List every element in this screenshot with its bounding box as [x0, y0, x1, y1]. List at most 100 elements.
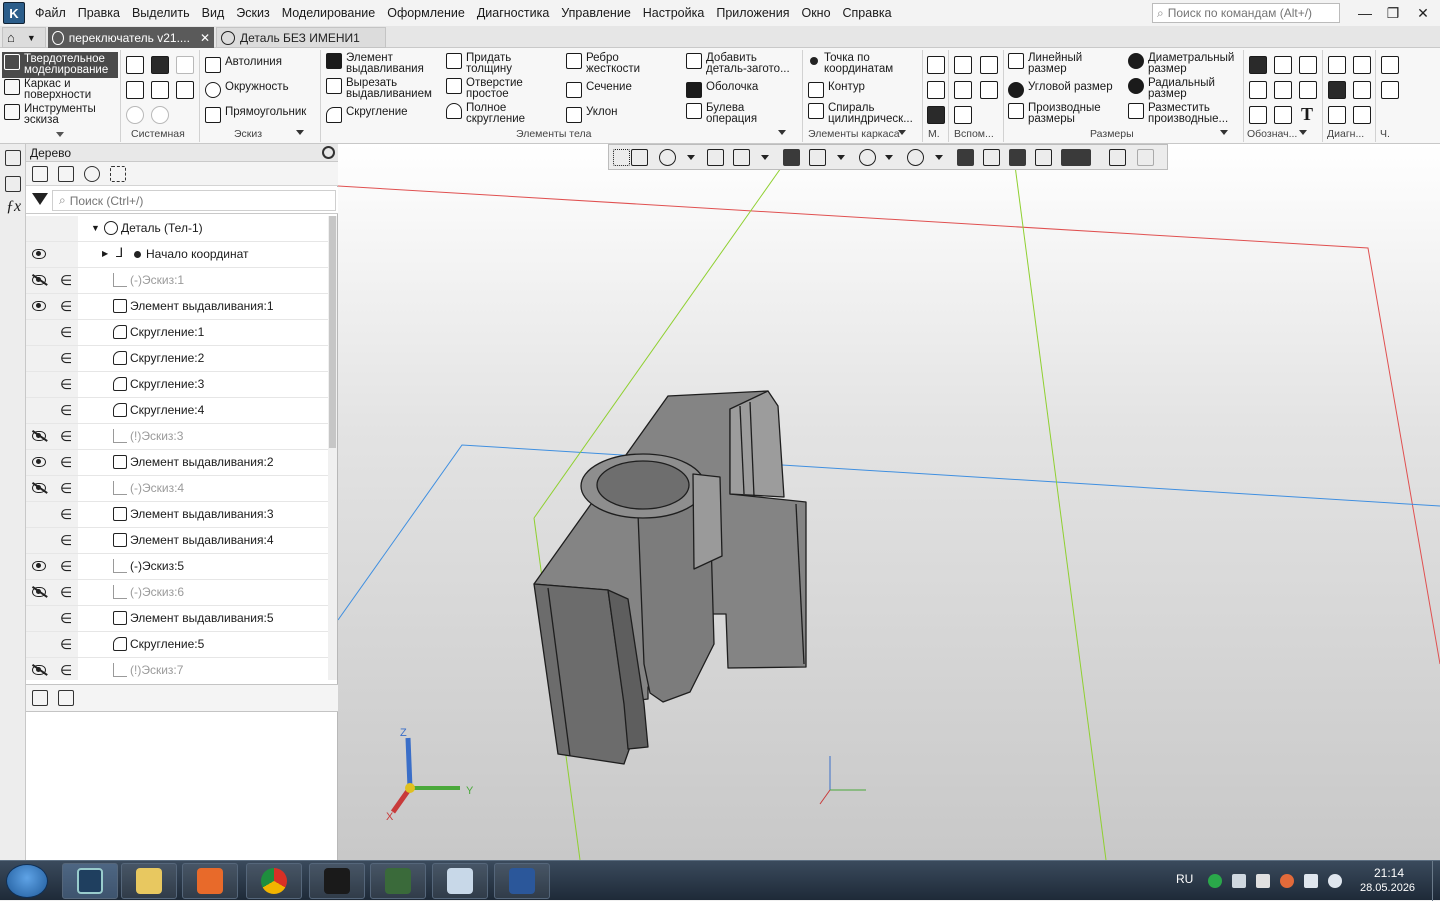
menu-item[interactable]: Выделить [126, 0, 196, 26]
3d-viewport[interactable]: Z Y X [338, 144, 1440, 860]
include-cell[interactable]: ∈ [52, 554, 78, 579]
relations-icon[interactable] [84, 166, 100, 182]
visibility-cell[interactable] [26, 268, 52, 293]
clock-time[interactable]: 21:14 [1374, 866, 1404, 880]
position-icon[interactable] [1299, 81, 1317, 99]
hide-icon[interactable] [859, 149, 876, 166]
spec-icon[interactable] [1381, 81, 1399, 99]
draft-button[interactable]: Уклон [566, 106, 618, 123]
variables-fx-icon[interactable]: ƒx [6, 198, 21, 216]
include-in-calc-icon[interactable]: ∈ [60, 480, 72, 497]
eyedropper-icon[interactable] [1137, 149, 1154, 166]
include-in-calc-icon[interactable]: ∈ [60, 532, 72, 549]
selection-filter-icon[interactable] [1109, 149, 1126, 166]
chevron-down-icon[interactable] [885, 155, 893, 160]
eye-icon[interactable] [32, 249, 46, 259]
save-as-icon[interactable] [176, 81, 194, 99]
boolean-button[interactable]: Булева операция [686, 102, 757, 125]
chevron-down-icon[interactable] [1299, 130, 1307, 135]
include-in-calc-icon[interactable]: ∈ [60, 298, 72, 315]
expand-arrow-icon[interactable]: ▶ [102, 249, 108, 258]
home-tab[interactable]: ⌂ ▼ [2, 27, 46, 48]
start-button[interactable] [6, 864, 48, 898]
lcs-icon[interactable] [980, 81, 998, 99]
device-icon[interactable] [1232, 874, 1246, 888]
snap-icon[interactable] [1009, 149, 1026, 166]
tree-row[interactable]: ∈ Элемент выдавливания:4 [26, 528, 328, 554]
eye-hidden-icon[interactable] [32, 483, 46, 493]
tree-row[interactable]: ∈ Скругление:2 [26, 346, 328, 372]
collision-icon[interactable] [1353, 56, 1371, 74]
menu-item[interactable]: Оформление [381, 0, 471, 26]
aux-axis-icon[interactable] [980, 56, 998, 74]
properties-panel-icon[interactable] [5, 176, 21, 192]
visibility-cell[interactable] [26, 424, 52, 449]
include-in-calc-icon[interactable]: ∈ [60, 454, 72, 471]
tree-scrollbar[interactable] [328, 216, 337, 680]
mode-sketch-tools[interactable]: Инструменты эскиза [2, 102, 118, 128]
point-by-coordinates-button[interactable]: Точка по координатам [808, 52, 893, 75]
tab-document-untitled[interactable]: Деталь БЕЗ ИМЕНИ1 [216, 27, 386, 48]
show-desktop-button[interactable] [1432, 861, 1440, 901]
structure-tree-icon[interactable] [58, 166, 74, 182]
print-icon[interactable] [126, 81, 144, 99]
visibility-cell[interactable] [26, 502, 52, 527]
visibility-cell[interactable] [26, 606, 52, 631]
taskbar-app-media[interactable] [182, 863, 238, 899]
include-cell[interactable]: ∈ [52, 346, 78, 371]
eye-icon[interactable] [32, 301, 46, 311]
visibility-cell[interactable] [26, 554, 52, 579]
visibility-cell[interactable] [26, 476, 52, 501]
mirror-icon[interactable] [927, 81, 945, 99]
aux-plane-icon[interactable] [954, 56, 972, 74]
tree-row[interactable]: ∈ Элемент выдавливания:5 [26, 606, 328, 632]
contour-button[interactable]: Контур [808, 81, 865, 98]
pattern-icon[interactable] [927, 106, 945, 124]
perspective-icon[interactable] [983, 149, 1000, 166]
deviation-icon[interactable] [1353, 106, 1371, 124]
chevron-down-icon[interactable] [898, 130, 906, 135]
include-cell[interactable]: ∈ [52, 424, 78, 449]
chevron-down-icon[interactable] [1220, 130, 1228, 135]
rectangle-button[interactable]: Прямоугольник [205, 106, 306, 123]
include-cell[interactable]: ∈ [52, 268, 78, 293]
tree-view-icon[interactable] [32, 690, 48, 706]
taskbar-app-calculator[interactable] [432, 863, 488, 899]
visibility-cell[interactable] [26, 346, 52, 371]
include-in-calc-icon[interactable]: ∈ [60, 428, 72, 445]
derived-dimensions-button[interactable]: Производные размеры [1008, 102, 1101, 125]
language-indicator[interactable]: RU [1176, 872, 1193, 886]
check-icon[interactable] [1328, 56, 1346, 74]
eye-hidden-icon[interactable] [32, 665, 46, 675]
close-button[interactable]: ✕ [1412, 3, 1434, 23]
flag-icon[interactable] [1256, 874, 1270, 888]
mode-solid-modeling[interactable]: Твердотельное моделирование [2, 52, 118, 78]
zoom-icon[interactable] [659, 149, 676, 166]
undo-icon[interactable] [126, 106, 144, 124]
taskbar-app-monitor[interactable] [370, 863, 426, 899]
eye-icon[interactable] [32, 561, 46, 571]
include-in-calc-icon[interactable]: ∈ [60, 272, 72, 289]
include-cell[interactable]: ∈ [52, 320, 78, 345]
cut-extrude-button[interactable]: Вырезать выдавливанием [326, 77, 432, 100]
eye-icon[interactable] [32, 457, 46, 467]
visibility-cell[interactable] [26, 450, 52, 475]
list-view-icon[interactable] [58, 690, 74, 706]
rib-button[interactable]: Ребро жесткости [566, 52, 640, 75]
roughness-icon[interactable] [1249, 56, 1267, 74]
include-cell[interactable]: ∈ [52, 372, 78, 397]
include-in-calc-icon[interactable]: ∈ [60, 610, 72, 627]
tree-row[interactable]: ∈ Скругление:4 [26, 398, 328, 424]
include-cell[interactable]: ∈ [52, 658, 78, 680]
chevron-down-icon[interactable] [778, 130, 786, 135]
diameter-dimension-button[interactable]: Диаметральный размер [1128, 52, 1234, 75]
tree-row[interactable]: ∈ (!)Эскиз:7 [26, 658, 328, 680]
menu-item[interactable]: Настройка [637, 0, 711, 26]
tree-panel-icon[interactable] [5, 150, 21, 166]
scrollbar-thumb[interactable] [329, 216, 336, 448]
aux-line-icon[interactable] [954, 106, 972, 124]
tree-row[interactable]: ∈ Элемент выдавливания:3 [26, 502, 328, 528]
add-blank-part-button[interactable]: Добавить деталь-загото... [686, 52, 790, 75]
menu-item[interactable]: Эскиз [230, 0, 275, 26]
visibility-cell[interactable] [26, 242, 52, 267]
